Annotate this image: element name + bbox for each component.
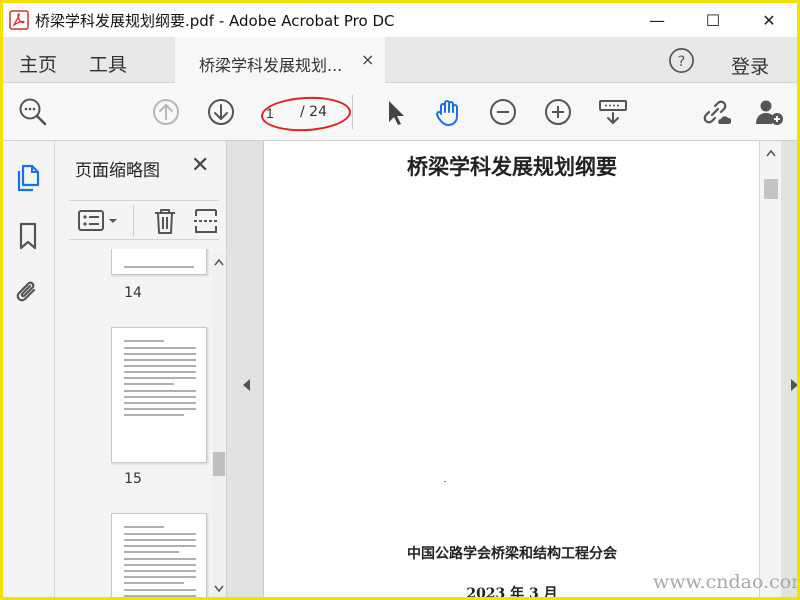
- thumbnail-scrollbar-thumb[interactable]: [213, 452, 225, 476]
- hand-tool-icon[interactable]: [432, 96, 464, 128]
- thumb-text-line: [124, 595, 196, 597]
- prev-page-icon[interactable]: [150, 96, 182, 128]
- collapse-left-panel-icon[interactable]: [243, 379, 251, 391]
- panel-tools-divider: [133, 205, 134, 237]
- share-link-icon[interactable]: [699, 96, 731, 128]
- thumb-text-line: [124, 340, 164, 342]
- tab-home[interactable]: 主页: [19, 50, 57, 77]
- thumbnail-scrollbar[interactable]: [212, 254, 226, 597]
- document-scrollbar[interactable]: [759, 141, 781, 597]
- document-scrollbar-thumb[interactable]: [764, 179, 778, 199]
- page-thumbnails-icon[interactable]: [13, 163, 43, 193]
- zoom-out-icon[interactable]: [487, 96, 519, 128]
- thumb-text-line: [124, 545, 196, 547]
- thumb-text-line: [124, 539, 196, 541]
- thumb-text-line: [124, 564, 196, 566]
- acrobat-window: 桥梁学科发展规划纲要.pdf - Adobe Acrobat Pro DC — …: [3, 3, 797, 597]
- doc-scroll-up-arrow-icon[interactable]: [766, 149, 776, 157]
- add-user-icon[interactable]: [753, 96, 785, 128]
- search-comment-icon[interactable]: [17, 96, 49, 128]
- thumb-text-line: [124, 402, 196, 404]
- thumb-text-line: [124, 365, 196, 367]
- thumb-text-line: [124, 371, 196, 373]
- thumb-text-line: [124, 353, 196, 355]
- thumb-text-line: [124, 396, 196, 398]
- help-icon[interactable]: ?: [668, 47, 695, 74]
- thumbnail-label-14: 14: [124, 285, 142, 301]
- help-glyph: ?: [678, 54, 686, 70]
- pdf-page: 桥梁学科发展规划纲要 中国公路学会桥梁和结构工程分会 2023 年 3 月: [263, 141, 759, 597]
- scroll-up-arrow-icon[interactable]: [214, 258, 224, 266]
- delete-page-icon[interactable]: [151, 206, 179, 236]
- scan-speck: [444, 481, 446, 482]
- thumb-text-line: [124, 526, 164, 528]
- toolbar: / 24: [3, 83, 797, 141]
- thumb-text-line: [124, 377, 196, 379]
- thumb-text-line: [124, 589, 196, 591]
- document-tab-close-button[interactable]: ×: [361, 50, 374, 69]
- panel-tools: [69, 200, 219, 240]
- collapse-right-panel-icon[interactable]: [790, 379, 797, 391]
- select-cursor-icon[interactable]: [379, 96, 411, 128]
- tab-tools[interactable]: 工具: [89, 50, 127, 77]
- minimize-button[interactable]: —: [629, 3, 685, 37]
- thumb-text-line: [124, 390, 196, 392]
- thumb-text-line: [124, 408, 196, 410]
- watermark-text: www.cndao.com: [653, 571, 797, 593]
- acrobat-logo-icon: [9, 10, 29, 30]
- thumb-text-line: [124, 551, 179, 553]
- tab-document[interactable]: 桥梁学科发展规划... ×: [175, 37, 385, 83]
- thumb-text-line: [124, 576, 196, 578]
- document-area: 桥梁学科发展规划纲要 中国公路学会桥梁和结构工程分会 2023 年 3 月: [227, 141, 797, 597]
- attachment-icon[interactable]: [13, 278, 43, 308]
- thumbnail-label-15: 15: [124, 471, 142, 487]
- thumbnail-page-14[interactable]: [111, 249, 207, 275]
- toolbar-divider: [352, 95, 353, 129]
- panel-close-button[interactable]: ✕: [191, 153, 209, 178]
- next-page-icon[interactable]: [205, 96, 237, 128]
- thumbnail-options-icon[interactable]: [77, 208, 123, 234]
- extract-page-icon[interactable]: [193, 206, 219, 236]
- thumbnail-page-15[interactable]: [111, 327, 207, 463]
- thumb-text-line: [124, 266, 194, 268]
- close-window-button[interactable]: ✕: [741, 3, 797, 37]
- maximize-button[interactable]: ☐: [685, 3, 741, 37]
- left-navigation: [3, 141, 55, 597]
- thumb-text-line: [124, 533, 196, 535]
- thumbnail-page-16[interactable]: [111, 513, 207, 597]
- thumbnail-panel: 页面缩略图 ✕ 14 15: [55, 141, 227, 597]
- thumb-text-line: [124, 582, 184, 584]
- thumb-text-line: [124, 383, 174, 385]
- thumb-text-line: [124, 570, 196, 572]
- title-bar: 桥梁学科发展规划纲要.pdf - Adobe Acrobat Pro DC — …: [3, 3, 797, 37]
- zoom-in-icon[interactable]: [542, 96, 574, 128]
- document-organization: 中国公路学会桥梁和结构工程分会: [407, 546, 617, 562]
- thumb-text-line: [124, 414, 184, 416]
- thumb-text-line: [124, 558, 196, 560]
- thumb-text-line: [124, 347, 196, 349]
- thumbnail-list: 14 15: [55, 249, 211, 597]
- document-tab-label: 桥梁学科发展规划...: [199, 56, 343, 75]
- fit-page-icon[interactable]: [597, 96, 629, 128]
- window-title: 桥梁学科发展规划纲要.pdf - Adobe Acrobat Pro DC: [35, 12, 395, 30]
- login-button[interactable]: 登录: [731, 52, 769, 79]
- tab-bar: 主页 工具 桥梁学科发展规划... × ? 登录: [3, 37, 797, 83]
- document-title: 桥梁学科发展规划纲要: [407, 154, 617, 179]
- thumb-text-line: [124, 359, 196, 361]
- panel-title: 页面缩略图: [75, 161, 160, 181]
- scroll-down-arrow-icon[interactable]: [214, 585, 224, 593]
- bookmark-icon[interactable]: [13, 221, 43, 251]
